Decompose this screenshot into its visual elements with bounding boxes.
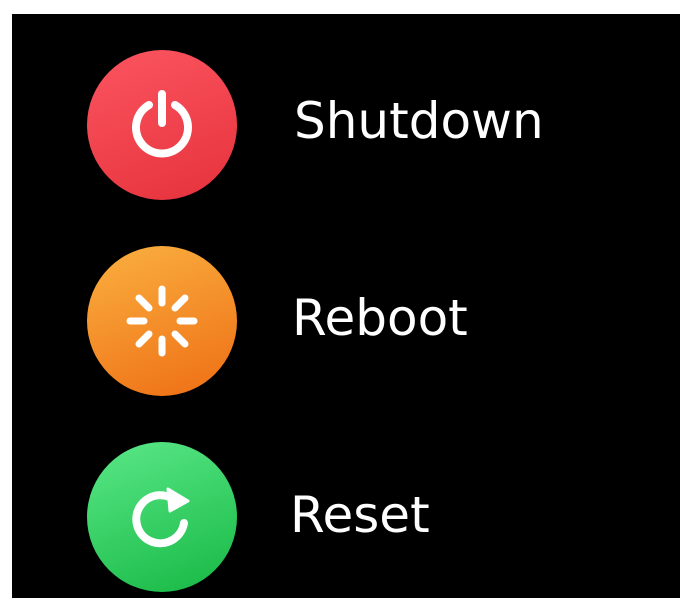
shutdown-option[interactable]: Shutdown [12, 50, 680, 210]
reset-button[interactable] [87, 442, 237, 592]
reset-label: Reset [290, 486, 430, 544]
power-menu-screen: Shutdown Reboot Reset [12, 14, 680, 598]
shutdown-button[interactable] [87, 50, 237, 200]
loading-spinner-icon [126, 285, 198, 357]
refresh-icon [132, 487, 190, 548]
reset-option[interactable]: Reset [12, 442, 680, 602]
power-icon [132, 90, 192, 158]
reboot-option[interactable]: Reboot [12, 246, 680, 406]
reboot-button[interactable] [87, 246, 237, 396]
reboot-label: Reboot [292, 289, 468, 347]
shutdown-label: Shutdown [294, 92, 544, 150]
